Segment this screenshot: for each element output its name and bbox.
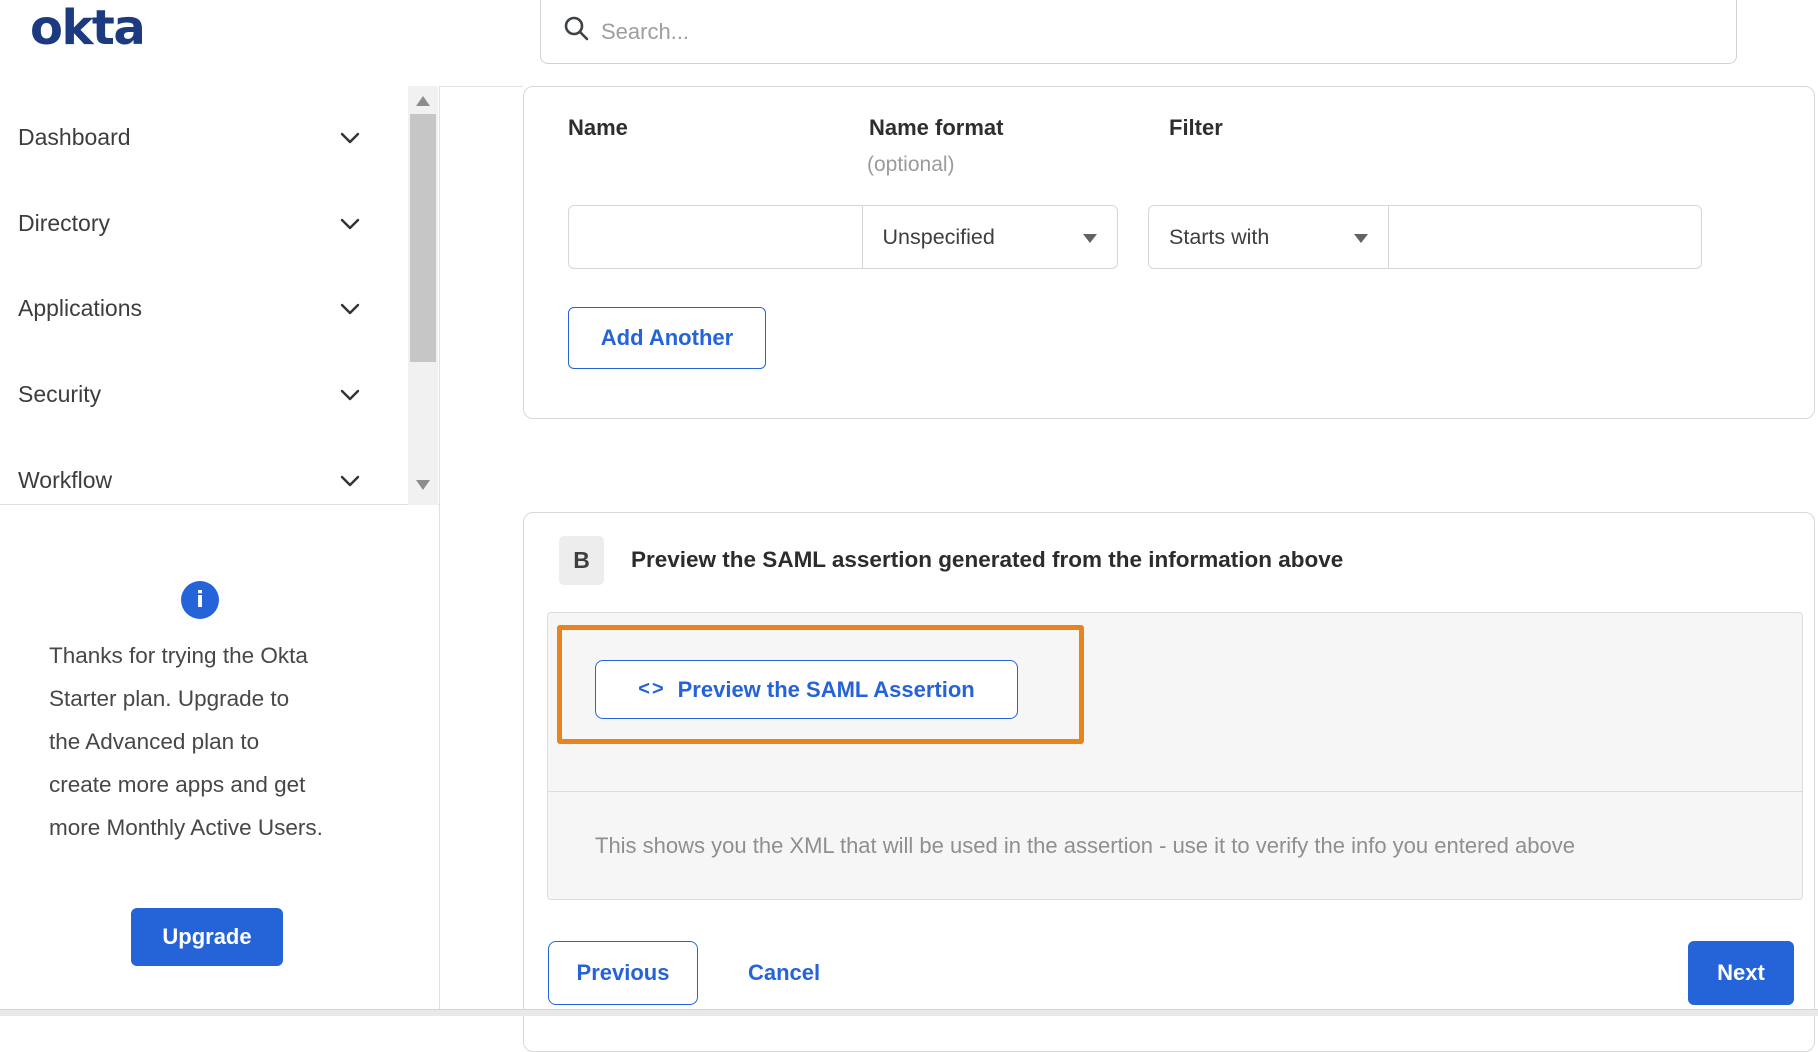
chevron-down-icon [340,388,360,406]
name-format-column-header: Name format [869,115,1004,140]
sidebar-item-label: Security [18,380,102,407]
attribute-statements-panel: Name Name format (optional) Filter Unspe… [523,86,1815,419]
name-format-optional-label: (optional) [867,153,955,176]
sidebar-item-label: Workflow [18,466,113,493]
search-icon [564,16,589,41]
sidebar-item-label: Directory [18,209,111,236]
upsell-message: Thanks for trying the Okta Starter plan.… [49,634,399,849]
okta-logo: okta [30,0,146,56]
name-column-header: Name [568,115,628,140]
upsell-line: create more apps and get [49,772,306,797]
sidebar-item-directory[interactable]: Directory [0,203,400,243]
previous-button[interactable]: Previous [548,941,698,1005]
step-b-badge: B [559,536,604,585]
upsell-line: Thanks for trying the Okta [49,643,308,668]
upsell-line: the Advanced plan to [49,729,260,754]
preview-section-title: Preview the SAML assertion generated fro… [631,547,1344,572]
dropdown-caret-icon [1082,234,1097,243]
filter-column-header: Filter [1169,115,1223,140]
filter-value-input[interactable] [1387,205,1702,269]
preview-sub-panel: <> Preview the SAML Assertion This shows… [547,612,1803,900]
horizontal-scrollbar[interactable] [0,1009,1818,1016]
filter-type-selected-value: Starts with [1169,224,1270,249]
chevron-down-icon [340,474,360,492]
sidebar-item-applications[interactable]: Applications [0,288,400,328]
preview-saml-assertion-button[interactable]: <> Preview the SAML Assertion [595,660,1018,719]
attribute-name-input[interactable] [568,205,863,269]
next-button[interactable]: Next [1688,941,1794,1005]
name-format-select[interactable]: Unspecified [861,205,1118,269]
sub-panel-divider [548,791,1802,792]
code-icon: <> [638,678,666,700]
chevron-down-icon [340,302,360,320]
sidebar-scrollbar[interactable] [408,86,438,505]
scroll-up-icon[interactable] [416,96,430,106]
sidebar-item-label: Dashboard [18,123,131,150]
filter-type-select[interactable]: Starts with [1148,205,1389,269]
upsell-line: more Monthly Active Users. [49,815,323,840]
name-format-selected-value: Unspecified [882,224,995,249]
preview-button-label: Preview the SAML Assertion [677,676,975,702]
preview-hint-text: This shows you the XML that will be used… [595,833,1575,858]
dropdown-caret-icon [1354,234,1368,243]
sidebar-item-workflow[interactable]: Workflow [0,460,400,500]
sidebar-item-label: Applications [18,294,143,321]
upsell-line: Starter plan. Upgrade to [49,686,290,711]
add-another-button[interactable]: Add Another [568,307,766,369]
scrollbar-thumb[interactable] [410,114,436,362]
sidebar-nav: Dashboard Directory Applications Securit… [0,86,439,505]
chevron-down-icon [340,217,360,235]
info-icon: i [181,581,219,619]
search-input[interactable] [601,7,1701,57]
upgrade-button[interactable]: Upgrade [131,908,283,966]
sidebar-item-security[interactable]: Security [0,374,400,414]
scroll-down-icon[interactable] [416,480,430,490]
chevron-down-icon [340,131,360,149]
preview-saml-panel: B Preview the SAML assertion generated f… [523,512,1815,1052]
sidebar-item-dashboard[interactable]: Dashboard [0,117,400,157]
global-search-box [540,0,1737,64]
sidebar: Dashboard Directory Applications Securit… [0,86,440,1016]
cancel-link[interactable]: Cancel [748,941,820,1005]
